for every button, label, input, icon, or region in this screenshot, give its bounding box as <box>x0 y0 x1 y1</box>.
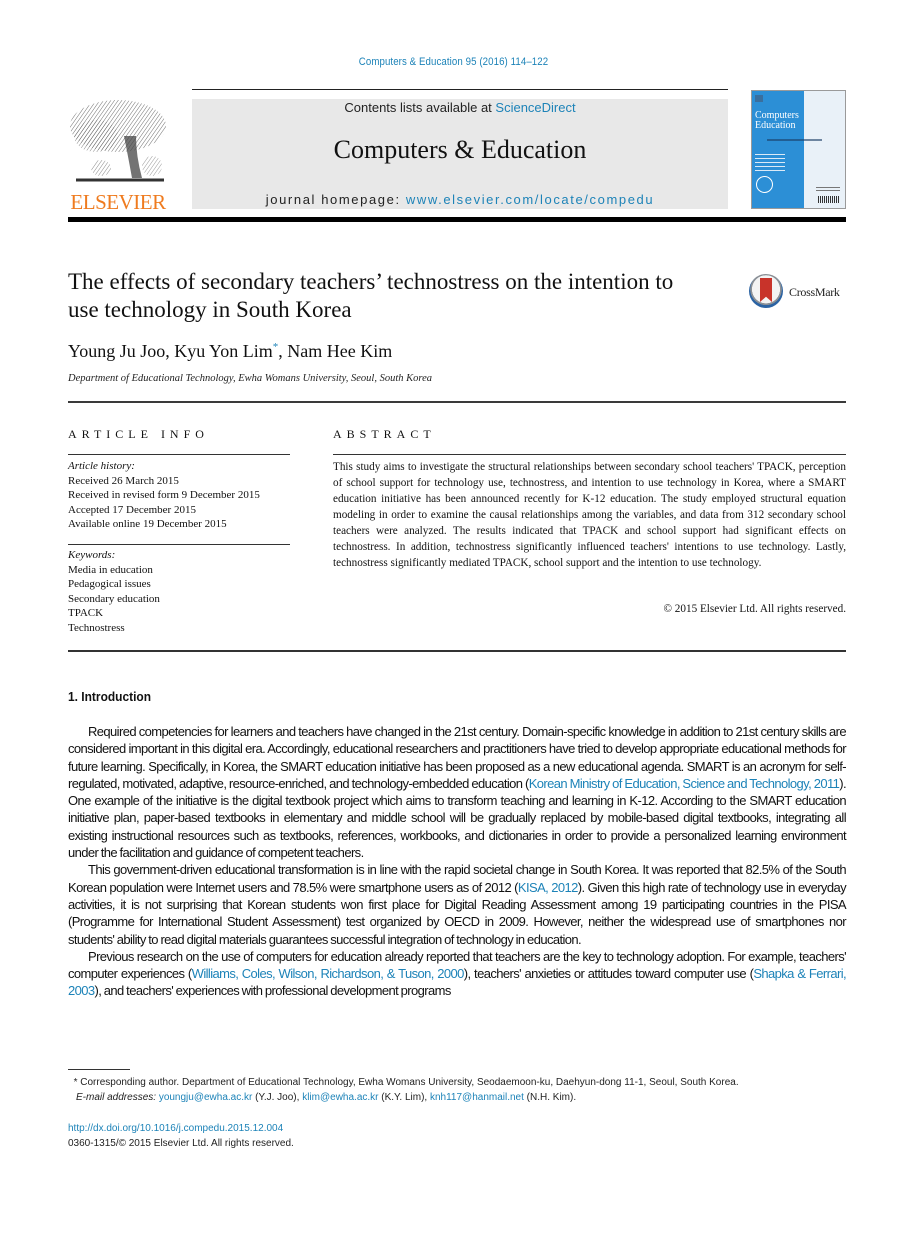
keyword: Secondary education <box>68 592 160 605</box>
email-label: E-mail addresses: <box>76 1092 157 1103</box>
footnote-text: Corresponding author. Department of Educ… <box>77 1077 739 1088</box>
header-thick-rule <box>68 217 846 222</box>
email-link[interactable]: knh117@hanmail.net <box>430 1092 524 1103</box>
journal-citation-link[interactable]: Computers & Education 95 (2016) 114–122 <box>54 56 852 68</box>
divider <box>68 401 846 403</box>
journal-cover-image[interactable]: Computers Education <box>751 90 846 209</box>
footnote-line: * Corresponding author. Department of Ed… <box>68 1075 858 1090</box>
affiliation: Department of Educational Technology, Ew… <box>68 373 432 384</box>
divider <box>68 544 290 545</box>
doi-link[interactable]: http://dx.doi.org/10.1016/j.compedu.2015… <box>68 1121 294 1136</box>
keyword: Technostress <box>68 621 125 634</box>
article-title: The effects of secondary teachers’ techn… <box>68 269 674 322</box>
homepage-prefix: journal homepage: <box>265 192 406 207</box>
barcode-icon <box>818 196 840 203</box>
reference-link[interactable]: KISA, 2012 <box>518 880 578 895</box>
elsevier-wordmark: ELSEVIER <box>70 190 166 214</box>
author-joo[interactable]: Young Ju Joo, <box>68 341 174 361</box>
author-list: Young Ju Joo, Kyu Yon Lim*, Nam Hee Kim <box>68 341 392 362</box>
history-item: Received in revised form 9 December 2015 <box>68 489 260 501</box>
email-line: E-mail addresses: youngju@ewha.ac.kr (Y.… <box>68 1090 858 1105</box>
reference-link[interactable]: Williams, Coles, Wilson, Richardson, & T… <box>192 966 465 981</box>
divider <box>333 454 846 455</box>
history-label: Article history: <box>68 460 135 472</box>
contents-prefix: Contents lists available at <box>344 100 496 115</box>
paragraph-text: ), and teachers' experiences with profes… <box>94 983 452 999</box>
author-kim[interactable]: , Nam Hee Kim <box>278 341 392 361</box>
abstract-text: This study aims to investigate the struc… <box>333 461 846 569</box>
history-item: Accepted 17 December 2015 <box>68 503 196 516</box>
keyword: TPACK <box>68 607 104 619</box>
divider <box>68 650 846 652</box>
elsevier-logo[interactable]: ELSEVIER <box>66 96 170 214</box>
header-top-rule <box>192 89 728 90</box>
paragraph: Previous research on the use of computer… <box>68 948 847 1000</box>
keyword: Media in education <box>68 563 153 576</box>
crossmark-label: CrossMark <box>789 285 840 299</box>
cover-subtitle-bar <box>767 139 822 141</box>
sciencedirect-link[interactable]: ScienceDirect <box>495 100 575 115</box>
keyword: Pedagogical issues <box>68 578 151 590</box>
cover-title: Computers Education <box>755 111 799 131</box>
divider <box>68 454 290 455</box>
cover-publisher-icon <box>755 95 763 102</box>
email-owner: (K.Y. Lim), <box>378 1092 430 1103</box>
journal-name: Computers & Education <box>333 135 587 164</box>
abstract-heading: ABSTRACT <box>333 427 436 441</box>
abstract-copyright: © 2015 Elsevier Ltd. All rights reserved… <box>663 603 847 615</box>
cover-text-block <box>816 187 840 192</box>
section-heading-introduction: 1. Introduction <box>68 689 152 704</box>
cover-title-line2: Education <box>755 120 796 131</box>
journal-homepage-line: journal homepage: www.elsevier.com/locat… <box>192 192 728 207</box>
email-link[interactable]: youngju@ewha.ac.kr <box>159 1092 253 1103</box>
elsevier-tree-icon <box>70 100 166 182</box>
keywords-label: Keywords: <box>68 549 116 561</box>
email-owner: (Y.J. Joo), <box>252 1092 303 1103</box>
cover-seal-icon <box>756 176 773 193</box>
article-history: Article history: Received 26 March 2015 … <box>68 459 298 532</box>
paragraph-text: ), teachers' anxieties or attitudes towa… <box>463 966 754 982</box>
cover-editors-block <box>755 154 785 172</box>
journal-banner: Contents lists available at ScienceDirec… <box>192 99 728 209</box>
crossmark-button[interactable]: CrossMark <box>748 273 848 313</box>
paragraph: Required competencies for learners and t… <box>68 723 847 861</box>
footnote-rule <box>68 1069 130 1070</box>
contents-available-line: Contents lists available at ScienceDirec… <box>192 100 728 115</box>
corresponding-author-footnote: * Corresponding author. Department of Ed… <box>68 1075 858 1105</box>
author-lim[interactable]: Kyu Yon Lim <box>174 341 273 361</box>
paragraph: This government-driven educational trans… <box>68 861 847 947</box>
keywords: Keywords: Media in education Pedagogical… <box>68 548 298 635</box>
history-item: Received 26 March 2015 <box>68 474 179 487</box>
journal-homepage-link[interactable]: www.elsevier.com/locate/compedu <box>406 192 654 207</box>
introduction-body: Required competencies for learners and t… <box>68 723 847 1000</box>
issn-copyright: 0360-1315/© 2015 Elsevier Ltd. All right… <box>68 1138 294 1149</box>
article-info-heading: ARTICLE INFO <box>68 427 209 441</box>
email-link[interactable]: klim@ewha.ac.kr <box>302 1092 378 1103</box>
history-item: Available online 19 December 2015 <box>68 518 227 530</box>
email-owner: (N.H. Kim). <box>523 1092 577 1103</box>
reference-link[interactable]: Korean Ministry of Education, Science an… <box>529 776 840 791</box>
doi-block: http://dx.doi.org/10.1016/j.compedu.2015… <box>68 1121 294 1151</box>
